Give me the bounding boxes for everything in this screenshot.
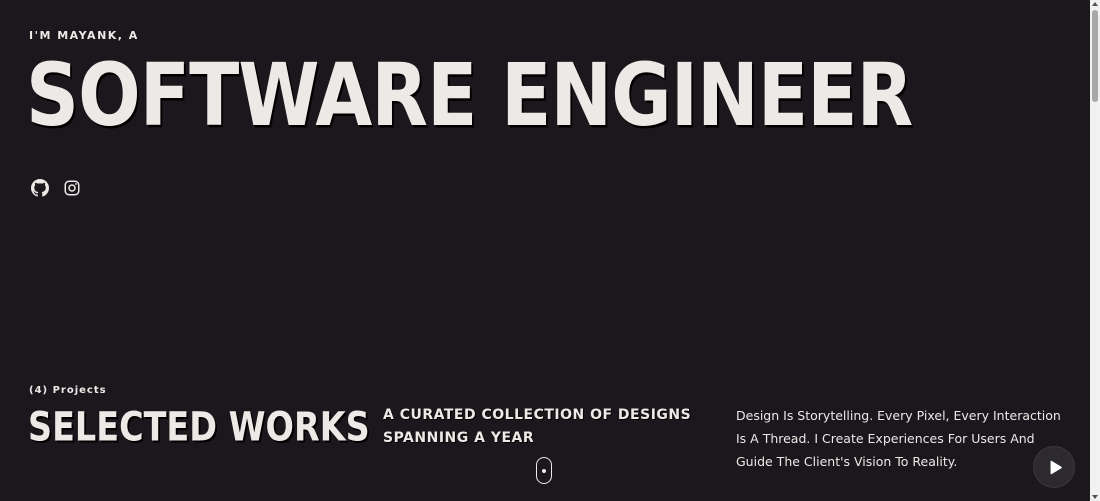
hero-title: SOFTWARE ENGINEER [26,45,913,146]
scroll-dot [542,468,546,473]
scroll-down-arrow-icon[interactable] [1092,495,1098,499]
scrollbar-thumb[interactable] [1092,10,1098,102]
mouse-scroll-icon [536,457,552,484]
play-icon [1050,460,1062,475]
instagram-link[interactable] [63,179,81,197]
social-links [31,179,81,197]
github-icon [31,179,49,197]
page-scrollbar[interactable] [1090,0,1100,501]
projects-count: (4) Projects [29,385,107,396]
instagram-icon [64,180,80,196]
works-description: Design Is Storytelling. Every Pixel, Eve… [736,408,1061,469]
selected-works-title: SELECTED WORKS [28,403,370,451]
play-button[interactable] [1033,446,1075,488]
portfolio-page: I'M MAYANK, A SOFTWARE ENGINEER (4) Proj… [0,0,1100,501]
scroll-up-arrow-icon[interactable] [1092,2,1098,6]
works-tagline: A CURATED COLLECTION OF DESIGNS SPANNING… [383,407,692,446]
github-link[interactable] [31,179,49,197]
